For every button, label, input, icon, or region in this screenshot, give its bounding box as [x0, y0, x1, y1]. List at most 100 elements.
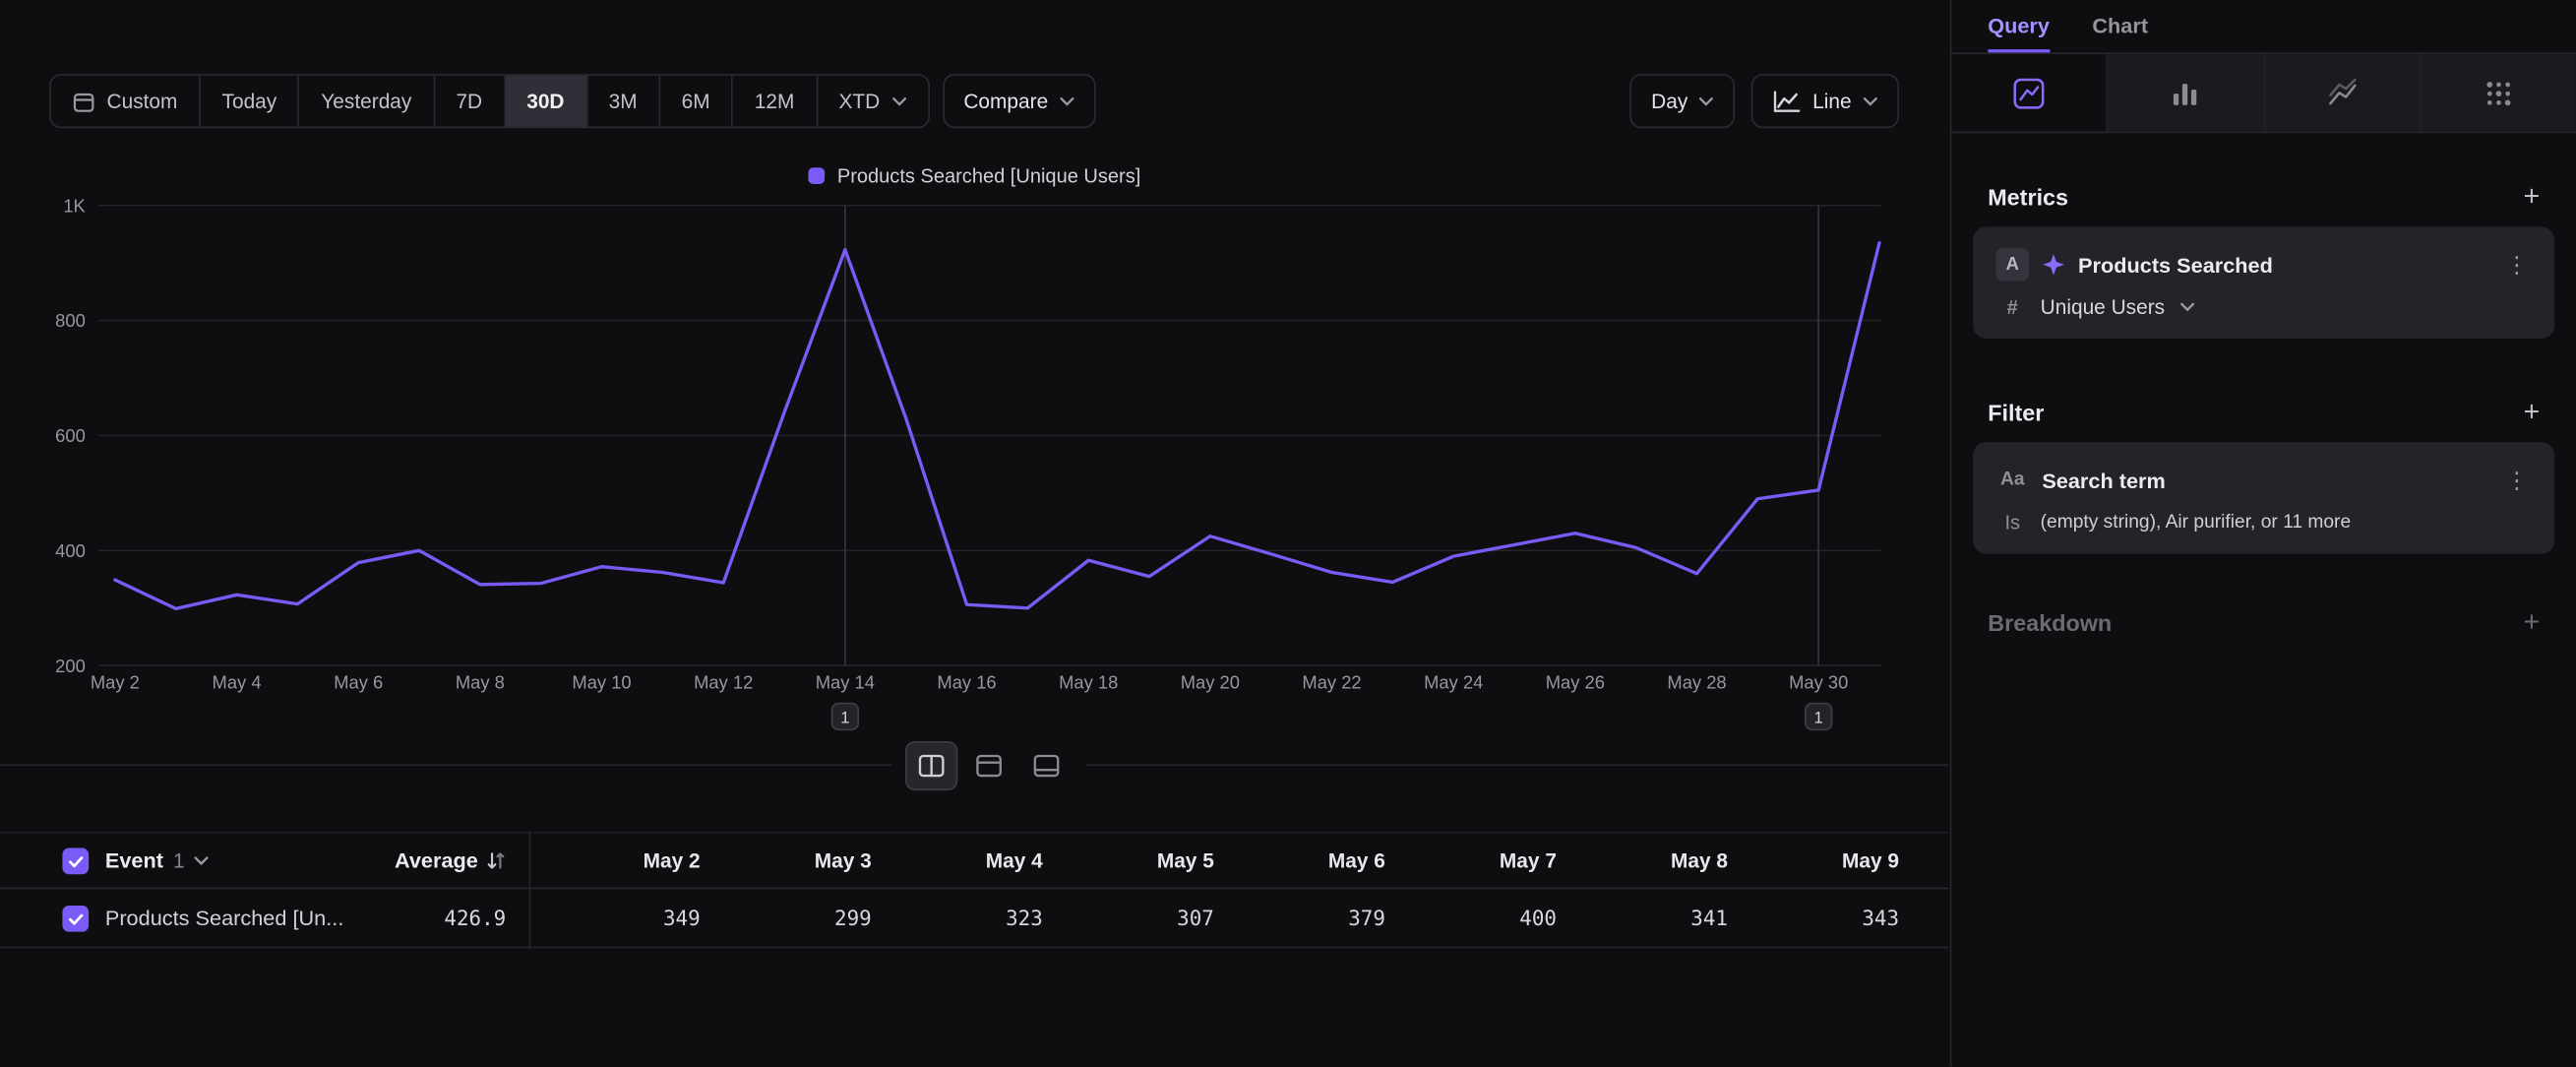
breakdown-heading: Breakdown [1988, 609, 2112, 636]
column-header[interactable]: May 6 [1214, 848, 1385, 871]
range-button-custom[interactable]: Custom [51, 76, 199, 127]
toolbar: CustomToday Yesterday 7D 30D 3M 6M 12M XTD Comp… [49, 74, 1899, 128]
range-label: 3M [609, 90, 638, 112]
compare-button[interactable]: Compare [943, 74, 1096, 128]
average-header[interactable]: Average [296, 833, 507, 887]
tab-chart[interactable]: Chart [2092, 0, 2148, 52]
y-tick-label: 600 [55, 425, 86, 446]
column-header[interactable]: May 7 [1385, 848, 1557, 871]
series-line[interactable] [115, 243, 1879, 609]
y-tick-label: 800 [55, 310, 86, 331]
chart-type-bar-tab[interactable] [2107, 54, 2263, 131]
range-label: XTD [838, 90, 880, 112]
row-average: 426.9 [296, 889, 507, 946]
range-label: Yesterday [321, 90, 411, 112]
cell-value: 379 [1214, 906, 1385, 930]
chart-type-tabs [1951, 54, 2575, 133]
aggregation-label: Unique Users [2041, 296, 2165, 319]
check-icon [67, 853, 84, 868]
layout-split-icon [918, 754, 945, 777]
cell-value: 307 [1043, 906, 1214, 930]
bar-chart-icon [2169, 77, 2201, 109]
chart-type-line-tab[interactable] [1951, 54, 2106, 131]
column-header[interactable]: May 2 [529, 848, 701, 871]
sidebar-tabs: Query Chart [1951, 0, 2575, 54]
column-header[interactable]: May 3 [701, 848, 872, 871]
row-checkbox[interactable] [62, 906, 89, 932]
add-metric-button[interactable]: + [2524, 186, 2541, 209]
app-root: CustomToday Yesterday 7D 30D 3M 6M 12M XTD Comp… [0, 0, 2576, 1067]
x-tick-label: May 16 [937, 672, 996, 693]
column-header[interactable]: May 9 [1728, 848, 1899, 871]
toolbar-right: Day Line [1629, 74, 1899, 128]
chart-type-more-tab[interactable] [2420, 54, 2576, 131]
range-button-6m[interactable]: 6M [658, 76, 731, 127]
layout-split-button[interactable] [905, 741, 957, 790]
filter-card[interactable]: Aa Search term ⋮ Is (empty string), Air … [1973, 442, 2554, 554]
chevron-down-icon [891, 96, 906, 106]
chevron-down-icon [1699, 96, 1714, 106]
metric-aggregation[interactable]: # Unique Users [1996, 296, 2532, 319]
layout-chart-button[interactable] [962, 741, 1014, 790]
granularity-button[interactable]: Day [1629, 74, 1735, 128]
layout-table-button[interactable] [1020, 741, 1073, 790]
cell-value: 323 [872, 906, 1043, 930]
column-header[interactable]: May 4 [872, 848, 1043, 871]
x-tick-label: May 10 [572, 672, 631, 693]
annotation-count: 1 [840, 709, 849, 727]
calendar-icon [72, 90, 94, 112]
filter-card-row: Aa Search term ⋮ [1996, 462, 2532, 498]
event-header[interactable]: Event 1 [105, 833, 210, 887]
range-button-30d[interactable]: 30D [504, 76, 585, 127]
line-chart-icon [2012, 77, 2045, 109]
string-type-icon: Aa [1996, 464, 2029, 496]
x-tick-label: May 30 [1789, 672, 1848, 693]
range-label: 12M [755, 90, 795, 112]
legend-swatch [808, 167, 825, 184]
range-button-today[interactable]: Today [199, 76, 298, 127]
annotation-count: 1 [1814, 709, 1823, 727]
column-header[interactable]: May 8 [1557, 848, 1728, 871]
range-label: 30D [526, 90, 564, 112]
range-button-12m[interactable]: 12M [731, 76, 816, 127]
chevron-down-icon [195, 855, 210, 865]
metric-series-badge: A [1996, 248, 2029, 281]
range-button-7d[interactable]: 7D [433, 76, 504, 127]
y-tick-label: 200 [55, 656, 86, 676]
chart-legend[interactable]: Products Searched [Unique Users] [0, 164, 1948, 187]
metric-menu-button[interactable]: ⋮ [2502, 251, 2532, 279]
cell-value: 349 [529, 906, 701, 930]
x-tick-label: May 2 [91, 672, 140, 693]
sparkle-icon [2042, 253, 2064, 276]
table-row[interactable]: Products Searched [Un... 426.9 349299323… [0, 889, 1948, 948]
chart-type-stacked-tab[interactable] [2263, 54, 2420, 131]
table-row-columns: 349299323307379400341343 [529, 889, 1899, 946]
x-tick-label: May 26 [1546, 672, 1605, 693]
filter-condition[interactable]: Is (empty string), Air purifier, or 11 m… [1996, 511, 2532, 534]
compare-label: Compare [963, 90, 1048, 112]
x-tick-label: May 4 [213, 672, 262, 693]
sidebar-body: Metrics + A Products Searched ⋮ # Unique… [1951, 184, 2575, 636]
range-button-xtd[interactable]: XTD [816, 76, 928, 127]
layout-table-icon [1033, 754, 1060, 777]
range-button-yesterday[interactable]: Yesterday [298, 76, 433, 127]
add-breakdown-button[interactable]: + [2524, 611, 2541, 634]
x-tick-label: May 12 [694, 672, 753, 693]
table-header: Event 1 Average May 2May 3May 4May 5May … [0, 832, 1948, 889]
add-filter-button[interactable]: + [2524, 401, 2541, 423]
legend-label: Products Searched [Unique Users] [837, 164, 1140, 187]
chart-style-button[interactable]: Line [1751, 74, 1899, 128]
x-tick-label: May 18 [1059, 672, 1118, 693]
filter-heading: Filter [1988, 400, 2044, 426]
query-sidebar: Query Chart Metrics + A [1950, 0, 2576, 1067]
column-header[interactable]: May 5 [1043, 848, 1214, 871]
range-button-3m[interactable]: 3M [585, 76, 658, 127]
event-select-all-checkbox[interactable] [62, 848, 89, 875]
tab-query[interactable]: Query [1988, 0, 2050, 52]
metric-card-row: A Products Searched ⋮ [1996, 246, 2532, 282]
range-label: 7D [456, 90, 482, 112]
metric-card[interactable]: A Products Searched ⋮ # Unique Users [1973, 226, 2554, 339]
filter-menu-button[interactable]: ⋮ [2502, 466, 2532, 493]
filter-property-name: Search term [2042, 468, 2488, 492]
line-chart[interactable]: 1K800600400200May 2May 4May 6May 8May 10… [0, 194, 1948, 746]
